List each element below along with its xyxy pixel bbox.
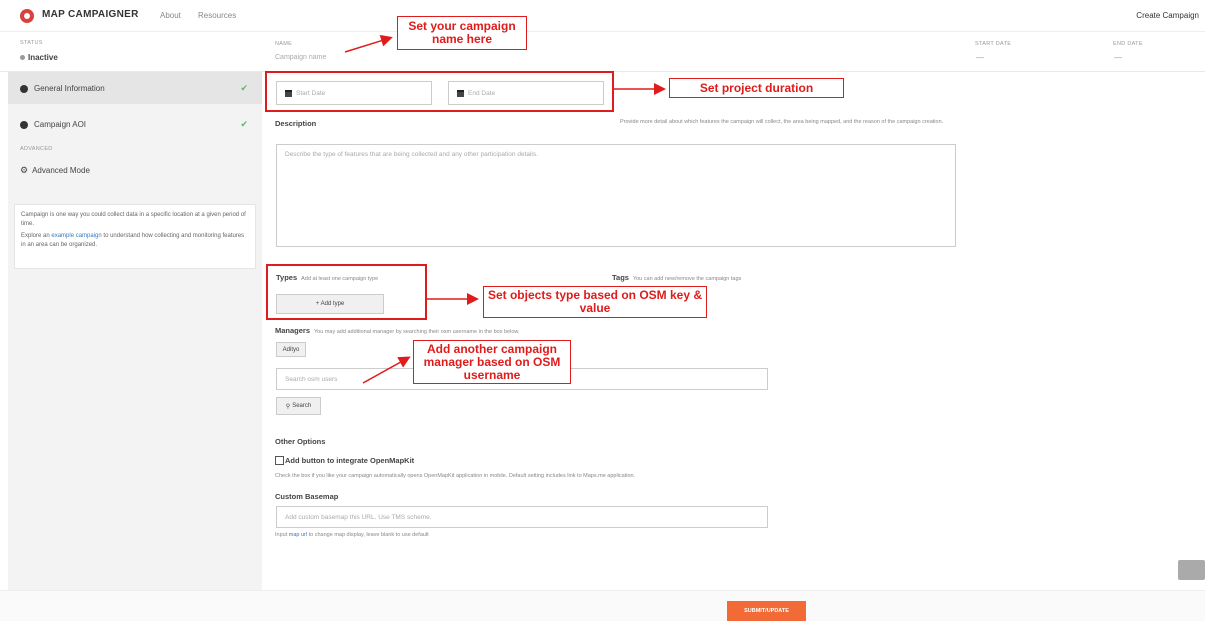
types-highlight-box	[266, 264, 427, 320]
annotation-manager: Add another campaign manager based on OS…	[413, 340, 571, 384]
annotation-types: Set objects type based on OSM key & valu…	[483, 286, 707, 318]
manager-arrow	[362, 356, 411, 384]
annotation-duration: Set project duration	[669, 78, 844, 98]
name-arrow	[344, 34, 393, 53]
duration-highlight-box	[265, 71, 614, 112]
annotation-name: Set your campaign name here	[397, 16, 527, 50]
